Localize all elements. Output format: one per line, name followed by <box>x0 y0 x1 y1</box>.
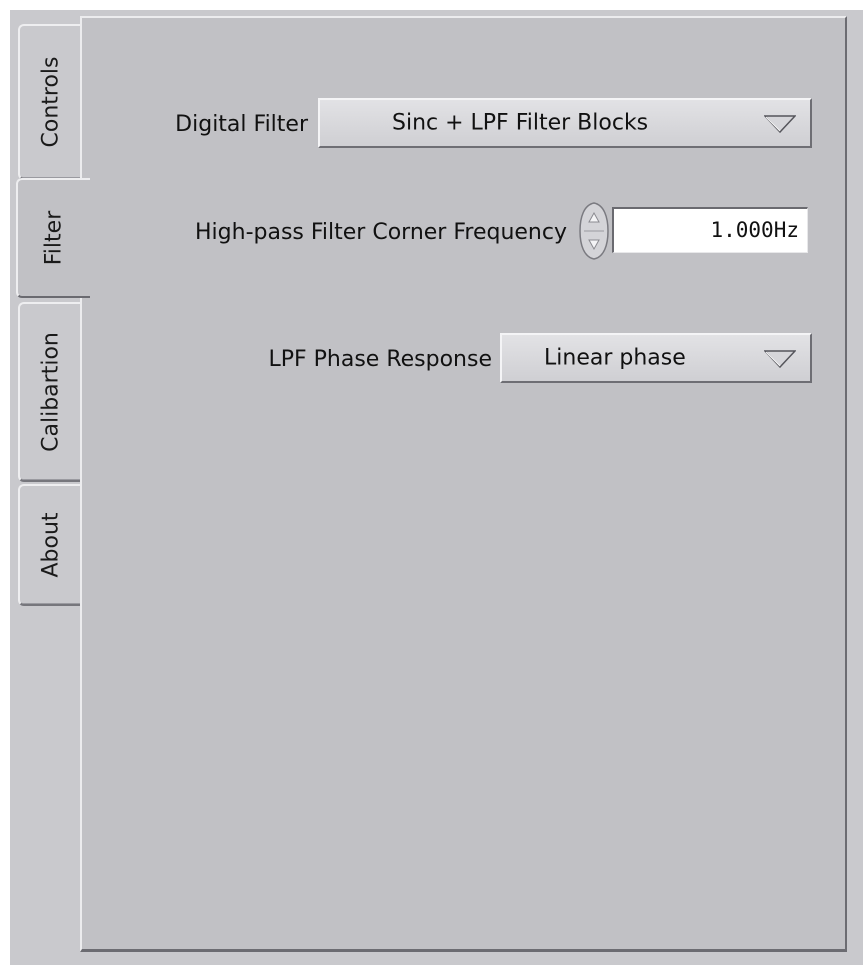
filter-tab-panel <box>80 16 847 952</box>
spinner-icon[interactable] <box>578 201 610 261</box>
tab-calibration[interactable]: Calibartion <box>18 302 82 482</box>
tab-about[interactable]: About <box>18 484 82 606</box>
tab-filter[interactable]: Filter <box>16 178 90 298</box>
hpf-corner-frequency-field[interactable]: 1.000Hz <box>612 207 808 253</box>
hpf-corner-frequency-label: High-pass Filter Corner Frequency <box>195 220 567 245</box>
tab-controls-label: Controls <box>38 56 64 148</box>
lpf-phase-response-value: Linear phase <box>544 345 686 371</box>
digital-filter-label: Digital Filter <box>175 112 308 137</box>
lpf-phase-response-dropdown[interactable]: Linear phase <box>500 333 812 383</box>
tab-filter-label: Filter <box>41 210 67 266</box>
lpf-phase-response-label: LPF Phase Response <box>268 347 492 372</box>
digital-filter-value: Sinc + LPF Filter Blocks <box>392 110 649 136</box>
tab-about-label: About <box>38 512 64 578</box>
tab-calibration-label: Calibartion <box>38 332 64 452</box>
tab-controls[interactable]: Controls <box>18 24 82 180</box>
digital-filter-dropdown[interactable]: Sinc + LPF Filter Blocks <box>318 98 812 148</box>
dropdown-arrow-icon <box>764 115 796 133</box>
dropdown-arrow-icon <box>764 350 796 368</box>
